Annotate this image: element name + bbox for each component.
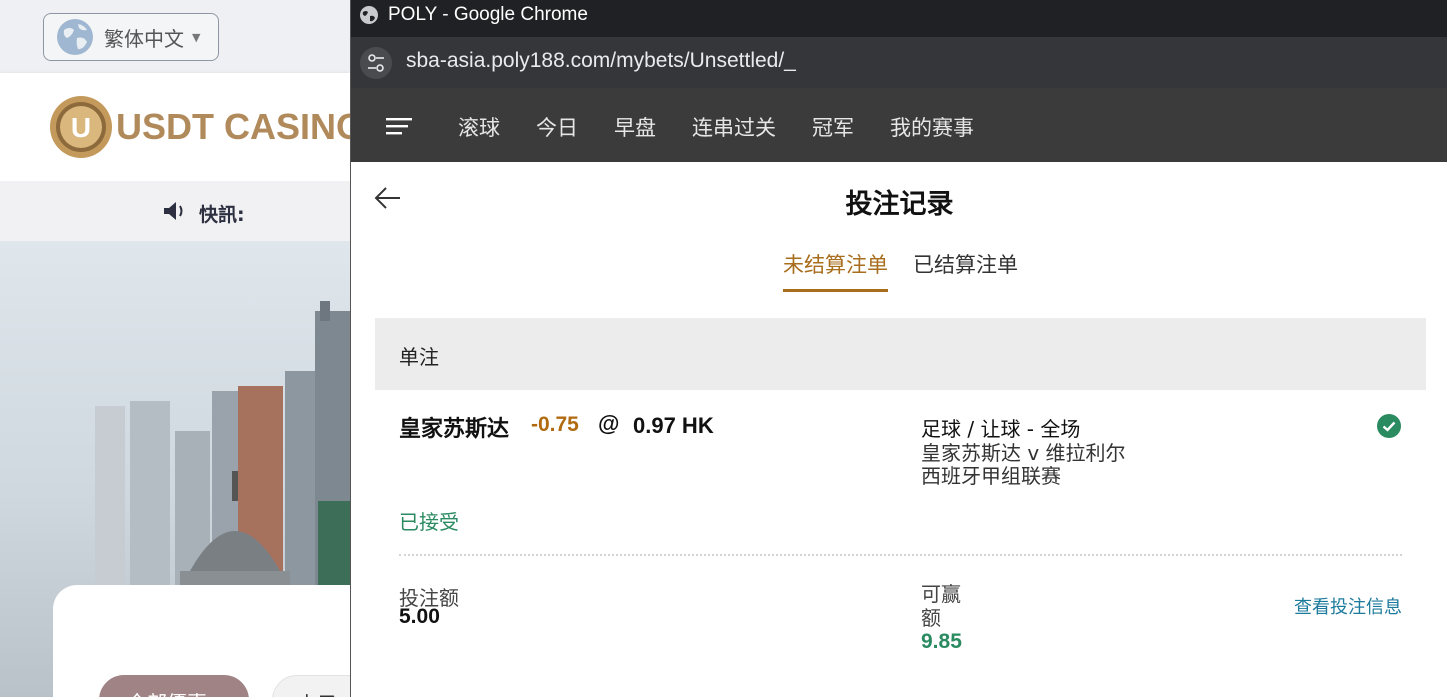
bet-league: 西班牙甲组联赛	[921, 464, 1061, 488]
background-website: 繁体中文 ▼ U USDT CASINO 快訊:	[0, 0, 350, 697]
tab-unsettled[interactable]: 未结算注单	[783, 249, 888, 279]
site-info-icon[interactable]	[360, 47, 392, 79]
globe-icon	[57, 19, 93, 55]
nav-item-early[interactable]: 早盘	[614, 112, 656, 142]
bet-odds: 0.97 HK	[633, 413, 714, 438]
casino-logo-text: USDT CASINO	[116, 106, 350, 147]
category-chip-electronic[interactable]: 电子	[272, 675, 350, 697]
nav-item-live[interactable]: 滚球	[458, 112, 500, 142]
potential-win-label: 可赢额	[921, 582, 961, 630]
casino-logo-coin-icon: U	[50, 96, 112, 158]
background-topbar: 繁体中文 ▼	[0, 0, 350, 73]
svg-text:U: U	[71, 112, 91, 143]
tab-settled[interactable]: 已结算注单	[913, 249, 1018, 279]
address-bar[interactable]: sba-asia.poly188.com/mybets/Unsettled/_	[351, 37, 1447, 88]
caret-down-icon: ▼	[192, 30, 201, 44]
window-title: POLY - Google Chrome	[388, 4, 588, 25]
potential-win-value: 9.85	[921, 630, 962, 653]
active-tab-indicator	[783, 289, 888, 292]
category-chip-all-promotions[interactable]: 全部優惠	[99, 675, 249, 697]
language-selector[interactable]: 繁体中文 ▼	[43, 13, 219, 61]
logo-bar: U USDT CASINO	[0, 73, 350, 181]
speaker-icon	[164, 202, 183, 220]
check-circle-icon	[1377, 414, 1401, 438]
sports-nav-bar: 滚球 今日 早盘 连串过关 冠军 我的赛事	[351, 88, 1447, 162]
stake-value: 5.00	[399, 605, 440, 628]
url-text[interactable]: sba-asia.poly188.com/mybets/Unsettled/_	[406, 49, 796, 73]
bet-status: 已接受	[399, 510, 459, 534]
divider	[399, 554, 1402, 556]
chrome-popup-window: POLY - Google Chrome sba-asia.poly188.co…	[350, 0, 1447, 697]
section-header: 单注	[375, 318, 1426, 390]
bet-handicap: -0.75	[531, 413, 579, 436]
nav-item-today[interactable]: 今日	[536, 112, 578, 142]
window-titlebar: POLY - Google Chrome	[351, 0, 1447, 37]
section-label: 单注	[399, 345, 439, 369]
view-bet-details-link[interactable]: 查看投注信息	[1294, 593, 1402, 619]
nav-item-outright[interactable]: 冠军	[812, 112, 854, 142]
bet-selection-team: 皇家苏斯达	[399, 417, 510, 442]
nav-item-parlay[interactable]: 连串过关	[692, 112, 776, 142]
nav-item-my-events[interactable]: 我的赛事	[890, 112, 974, 142]
menu-icon[interactable]	[386, 116, 412, 136]
news-label: 快訊:	[199, 204, 245, 226]
bet-at-symbol: @	[598, 411, 620, 436]
globe-icon	[360, 6, 378, 24]
language-label: 繁体中文	[104, 26, 184, 51]
page-title: 投注记录	[845, 189, 954, 220]
